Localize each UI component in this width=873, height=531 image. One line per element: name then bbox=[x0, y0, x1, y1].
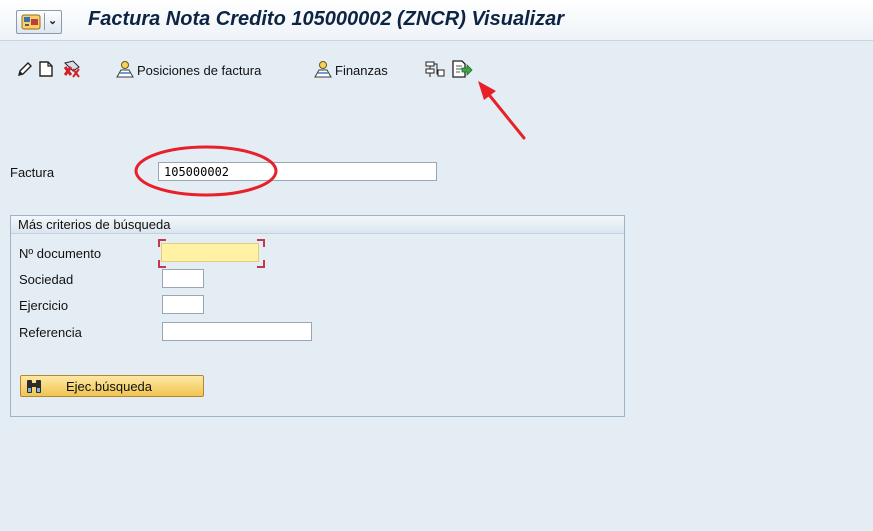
finance-button[interactable]: Finanzas bbox=[313, 56, 388, 84]
person-icon bbox=[313, 60, 333, 81]
page-title: Factura Nota Credito 105000002 (ZNCR) Vi… bbox=[88, 8, 565, 30]
company-code-field[interactable] bbox=[162, 269, 204, 288]
execute-search-button[interactable]: Ejec.búsqueda bbox=[20, 375, 204, 397]
person-icon bbox=[115, 60, 135, 81]
application-toolbar: Posiciones de factura Finanzas bbox=[0, 56, 873, 86]
fiscal-year-field[interactable] bbox=[162, 295, 204, 314]
pencil-icon bbox=[16, 60, 34, 81]
group-title: Más criterios de búsqueda bbox=[11, 216, 624, 234]
menu-separator bbox=[44, 13, 45, 30]
document-flow-button[interactable] bbox=[424, 56, 446, 84]
reference-label: Referencia bbox=[19, 325, 82, 340]
annotation-arrow bbox=[478, 81, 526, 140]
edit-button[interactable] bbox=[16, 56, 34, 84]
search-criteria-group: Más criterios de búsqueda Nº documento S… bbox=[10, 215, 625, 417]
binoculars-icon bbox=[26, 379, 42, 397]
chevron-down-icon: ⌄ bbox=[48, 15, 58, 27]
execute-search-label: Ejec.búsqueda bbox=[66, 379, 153, 394]
document-number-label: Nº documento bbox=[19, 246, 102, 261]
sap-menu-icon bbox=[21, 14, 41, 33]
cancel-document-icon bbox=[61, 59, 83, 82]
new-document-button[interactable] bbox=[38, 56, 54, 84]
toolbar-button-label: Finanzas bbox=[335, 62, 388, 78]
required-marker bbox=[257, 239, 265, 247]
cancel-document-button[interactable] bbox=[61, 56, 83, 84]
new-document-icon bbox=[38, 60, 54, 81]
toolbar-button-label: Posiciones de factura bbox=[137, 62, 262, 78]
company-code-label: Sociedad bbox=[19, 272, 74, 287]
system-menu-button[interactable]: ⌄ bbox=[16, 10, 62, 34]
required-marker bbox=[158, 239, 166, 247]
required-marker bbox=[257, 260, 265, 268]
item-positions-button[interactable]: Posiciones de factura bbox=[115, 56, 261, 84]
fiscal-year-label: Ejercicio bbox=[19, 298, 69, 313]
reference-field[interactable] bbox=[162, 322, 312, 341]
document-number-field[interactable] bbox=[161, 243, 259, 262]
required-marker bbox=[158, 260, 166, 268]
invoice-label: Factura bbox=[10, 165, 55, 180]
annotation-circle bbox=[134, 145, 278, 197]
hierarchy-icon bbox=[424, 60, 446, 81]
title-bar: ⌄ Factura Nota Credito 105000002 (ZNCR) … bbox=[0, 0, 873, 41]
